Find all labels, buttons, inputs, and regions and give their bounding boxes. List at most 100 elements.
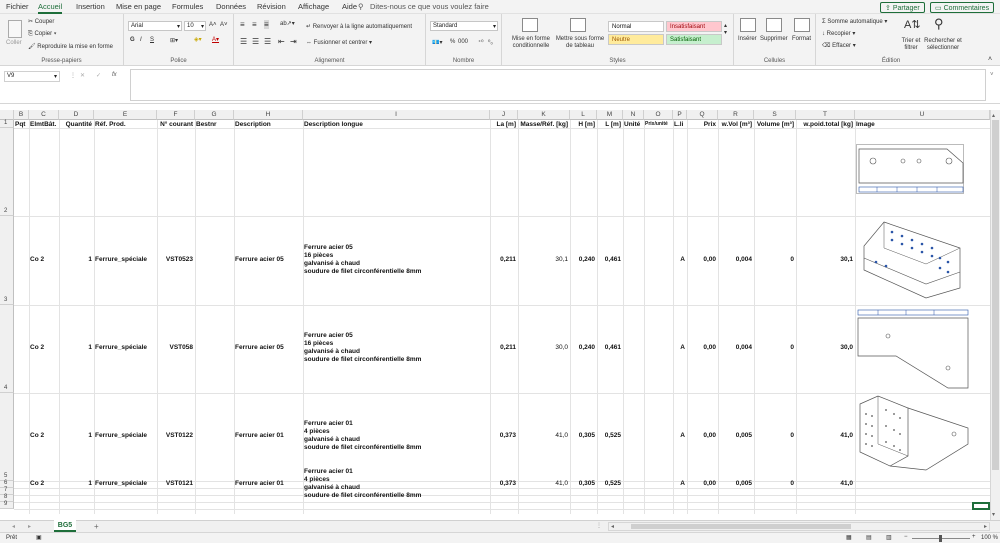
- fill-color-icon[interactable]: ◈▾: [194, 36, 202, 43]
- cell-long-description-line[interactable]: soudure de filet circonférentielle 8mm: [304, 356, 421, 363]
- column-header-g[interactable]: G: [195, 110, 234, 120]
- align-bottom-icon[interactable]: ≡: [264, 20, 269, 29]
- zoom-out-icon[interactable]: −: [904, 534, 908, 540]
- cell-long-description-line[interactable]: 4 pièces: [304, 476, 330, 483]
- cell-ref[interactable]: Ferrure_spéciale: [95, 480, 155, 487]
- bold-button[interactable]: G: [130, 37, 135, 43]
- scroll-right-icon[interactable]: ▸: [984, 523, 987, 530]
- cell-qty[interactable]: 1: [60, 432, 92, 439]
- cell-vol[interactable]: 0: [755, 344, 794, 351]
- zoom-in-icon[interactable]: +: [972, 534, 976, 540]
- header-cell-e[interactable]: Réf. Prod.: [95, 121, 155, 128]
- format-as-table-icon[interactable]: [570, 18, 586, 32]
- horizontal-scroll-thumb[interactable]: [631, 524, 851, 529]
- align-right-icon[interactable]: ☰: [264, 37, 271, 46]
- cell-h[interactable]: 0,240: [571, 344, 595, 351]
- next-sheet-icon[interactable]: ▸: [28, 523, 31, 530]
- header-cell-d[interactable]: Quantité: [60, 121, 92, 128]
- cell-long-description-line[interactable]: soudure de filet circonférentielle 8mm: [304, 492, 421, 499]
- vertical-scrollbar[interactable]: ▴ ▾: [990, 110, 1000, 520]
- scroll-up-icon[interactable]: ▴: [992, 112, 995, 119]
- style-normal[interactable]: Normal: [608, 21, 664, 32]
- column-header-o[interactable]: O: [644, 110, 673, 120]
- cell-l[interactable]: 0,525: [598, 432, 621, 439]
- search-icon[interactable]: ⚲: [358, 2, 364, 11]
- merge-center-button[interactable]: ⇔ Fusionner et centrer ▾: [306, 39, 372, 46]
- cell-la[interactable]: 0,211: [491, 256, 516, 263]
- decrease-indent-icon[interactable]: ⇤: [278, 37, 285, 46]
- autosum-button[interactable]: Σ Somme automatique ▾: [822, 18, 887, 25]
- column-header-d[interactable]: D: [59, 110, 94, 120]
- copy-button[interactable]: ⎘ Copier ▾: [28, 31, 56, 38]
- cell-long-description-line[interactable]: galvanisé à chaud: [304, 484, 360, 491]
- column-header-k[interactable]: K: [518, 110, 570, 120]
- font-name-select[interactable]: Arial ▾: [128, 21, 182, 31]
- cell-masse[interactable]: 30,0: [519, 344, 568, 351]
- format-cells-icon[interactable]: [794, 18, 810, 32]
- cell-desc[interactable]: Ferrure acier 05: [235, 344, 301, 351]
- align-left-icon[interactable]: ☰: [240, 37, 247, 46]
- search-icon[interactable]: ⚲: [934, 16, 944, 32]
- header-cell-f[interactable]: N° courant: [158, 121, 193, 128]
- cell-qty[interactable]: 1: [60, 480, 92, 487]
- shrink-font-button[interactable]: A˅: [220, 22, 228, 28]
- cell-lli[interactable]: A: [674, 432, 685, 439]
- name-box[interactable]: V9 ▾: [4, 71, 60, 82]
- page-break-icon[interactable]: ▥: [886, 534, 892, 541]
- cell-lli[interactable]: A: [674, 344, 685, 351]
- delete-cells-button[interactable]: Supprimer: [760, 36, 788, 42]
- format-cells-button[interactable]: Format: [792, 36, 811, 42]
- fill-button[interactable]: ↓ Recopier ▾: [822, 30, 855, 37]
- cell-long-description-line[interactable]: galvanisé à chaud: [304, 348, 360, 355]
- cell-qty[interactable]: 1: [60, 256, 92, 263]
- cell-h[interactable]: 0,240: [571, 256, 595, 263]
- tab-aide[interactable]: Aide: [342, 2, 357, 11]
- page-layout-icon[interactable]: ▤: [866, 534, 872, 541]
- cell-long-description-line[interactable]: Ferrure acier 05: [304, 244, 353, 251]
- header-cell-c[interactable]: ElmtBât.: [30, 121, 57, 128]
- column-header-l[interactable]: L: [570, 110, 597, 120]
- cell-num[interactable]: VST0523: [158, 256, 193, 263]
- percent-button[interactable]: %: [450, 39, 455, 45]
- cell-num[interactable]: VST0122: [158, 432, 193, 439]
- delete-cells-icon[interactable]: [766, 18, 782, 32]
- underline-button[interactable]: S: [150, 37, 154, 43]
- grow-font-button[interactable]: A˄: [209, 22, 217, 28]
- prev-sheet-icon[interactable]: ◂: [12, 523, 15, 530]
- header-cell-b[interactable]: Pqt: [15, 121, 27, 128]
- tab-donnees[interactable]: Données: [216, 2, 246, 11]
- cell-qty[interactable]: 1: [60, 344, 92, 351]
- cell-wpoid[interactable]: 30,1: [797, 256, 853, 263]
- cell-long-description-line[interactable]: soudure de filet circonférentielle 8mm: [304, 268, 421, 275]
- align-center-icon[interactable]: ☰: [252, 37, 259, 46]
- zoom-slider-thumb[interactable]: [939, 535, 942, 542]
- cell-long-description-line[interactable]: 16 pièces: [304, 252, 333, 259]
- cell-long-description-line[interactable]: galvanisé à chaud: [304, 260, 360, 267]
- cell-long-description-line[interactable]: 4 pièces: [304, 428, 330, 435]
- style-neutral[interactable]: Neutre: [608, 34, 664, 45]
- column-header-r[interactable]: R: [718, 110, 754, 120]
- header-cell-g[interactable]: Bestnr: [196, 121, 232, 128]
- insert-function-button[interactable]: fx: [112, 72, 117, 78]
- header-cell-r[interactable]: w.Vol [m³]: [719, 121, 752, 128]
- cell-vol[interactable]: 0: [755, 256, 794, 263]
- column-header-j[interactable]: J: [490, 110, 518, 120]
- cell-la[interactable]: 0,211: [491, 344, 516, 351]
- cell-long-description-line[interactable]: Ferrure acier 01: [304, 468, 353, 475]
- insert-cells-button[interactable]: Insérer: [738, 36, 757, 42]
- column-header-t[interactable]: T: [796, 110, 855, 120]
- column-header-q[interactable]: Q: [687, 110, 718, 120]
- conditional-format-button[interactable]: Mise en forme conditionnelle: [510, 36, 552, 50]
- part-drawing-vst0122[interactable]: [856, 308, 972, 390]
- cell-vol[interactable]: 0: [755, 432, 794, 439]
- cell-la[interactable]: 0,373: [491, 480, 516, 487]
- cell-wvol[interactable]: 0,005: [719, 480, 752, 487]
- selected-cell-v9[interactable]: [972, 502, 990, 510]
- part-drawing-vst0523[interactable]: [856, 144, 964, 194]
- cut-button[interactable]: ✂ Couper: [28, 18, 54, 25]
- cell-masse[interactable]: 41,0: [519, 480, 568, 487]
- cell-masse[interactable]: 41,0: [519, 432, 568, 439]
- cell-ref[interactable]: Ferrure_spéciale: [95, 432, 155, 439]
- orientation-icon[interactable]: ab↗▾: [280, 20, 295, 27]
- share-button[interactable]: ⇪ Partager: [880, 2, 925, 13]
